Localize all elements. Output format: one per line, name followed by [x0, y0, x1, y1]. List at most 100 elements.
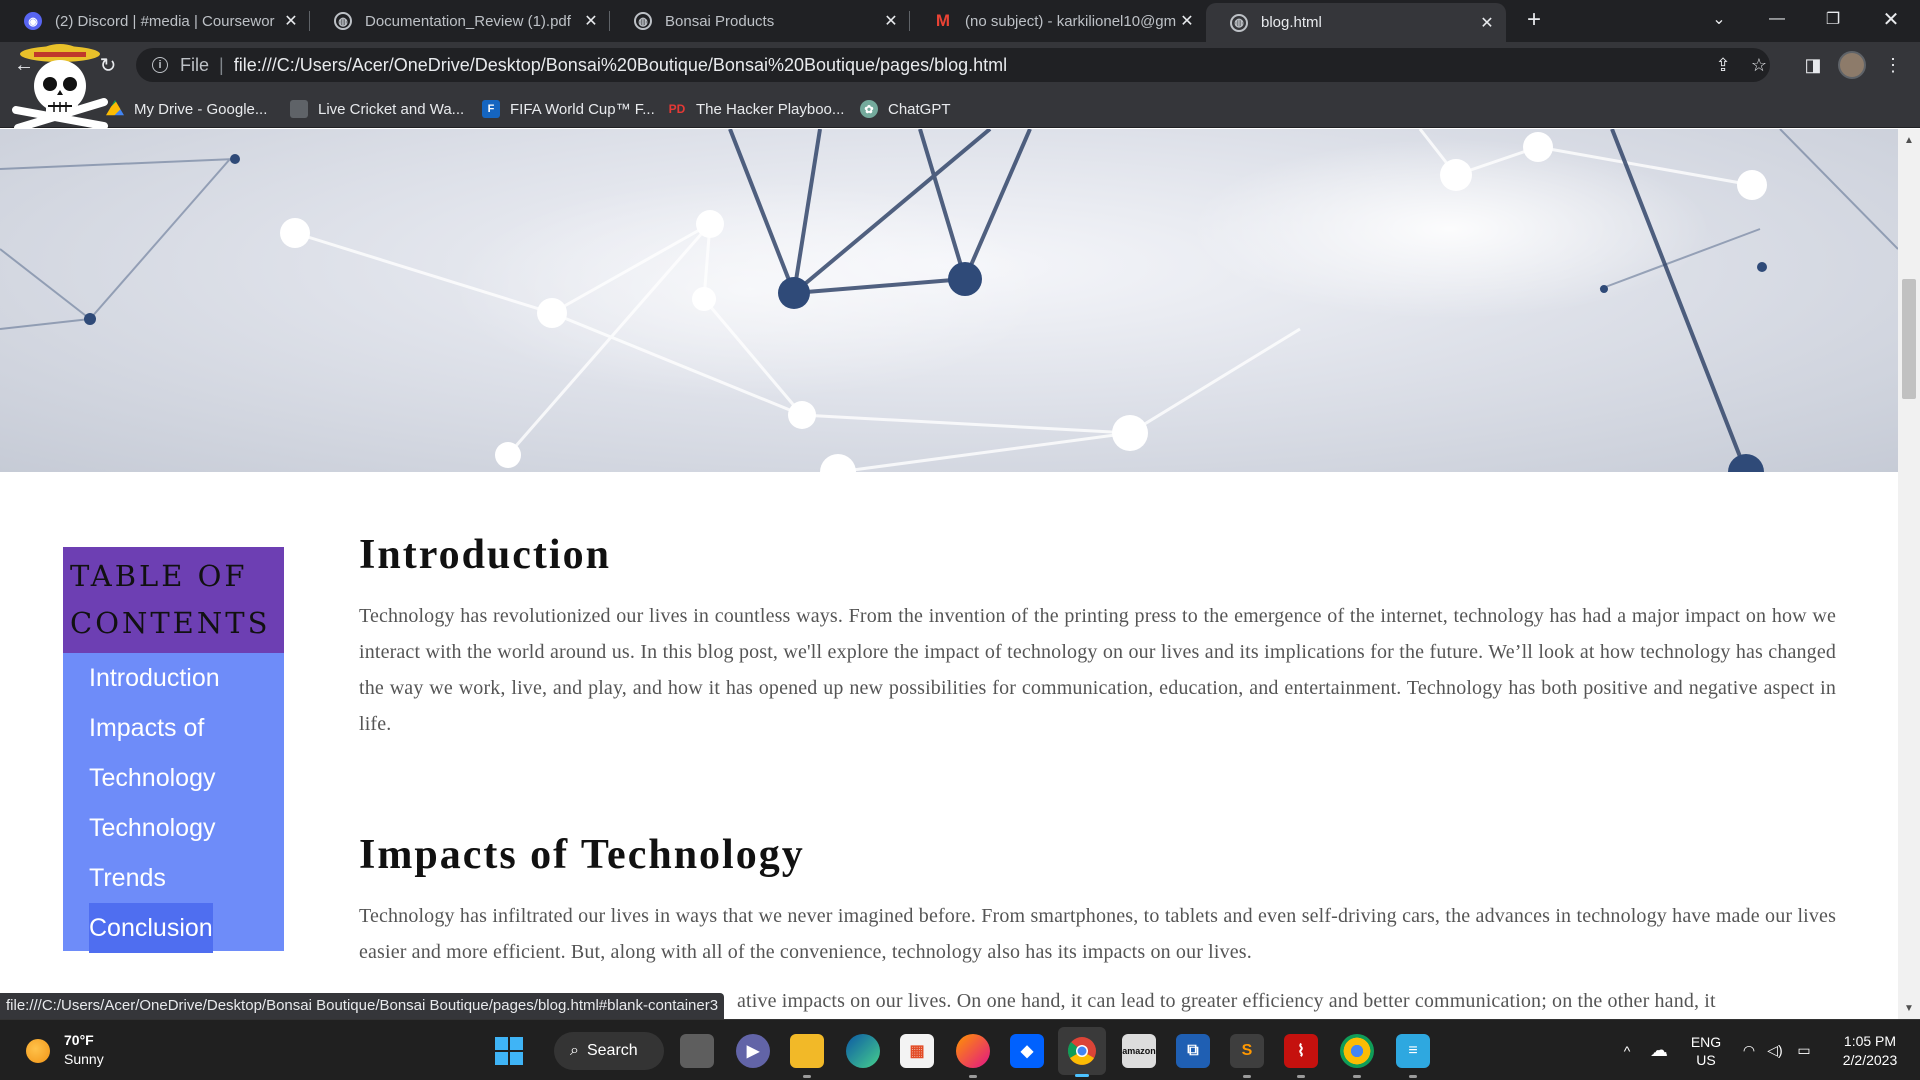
sun-icon[interactable] [26, 1039, 50, 1063]
bookmark-label: My Drive - Google... [134, 100, 268, 118]
bookmark-my-drive[interactable]: My Drive - Google... [106, 98, 267, 120]
tab-title: Documentation_Review (1).pdf [365, 12, 571, 30]
scrollbar-thumb[interactable] [1902, 279, 1916, 399]
close-icon[interactable]: ✕ [580, 10, 602, 32]
wifi-icon[interactable]: ◠ [1738, 1020, 1760, 1080]
toc-link-introduction[interactable]: Introduction [89, 653, 284, 703]
share-icon[interactable]: ⇪ [1712, 54, 1734, 76]
tab-documentation-review[interactable]: ◍ Documentation_Review (1).pdf ✕ [310, 0, 610, 42]
clock[interactable]: 1:05 PM 2/2/2023 [1830, 1020, 1910, 1080]
region-code: US [1696, 1051, 1716, 1068]
close-icon[interactable]: ✕ [1176, 10, 1198, 32]
section-body-introduction: Technology has revolutionized our lives … [359, 605, 1836, 735]
toc-header: TABLE OF CONTENTS [63, 547, 284, 653]
site-info-icon[interactable]: i [152, 57, 168, 73]
hero-network-image [0, 129, 1898, 472]
avatar[interactable] [1838, 51, 1866, 79]
menu-icon[interactable]: ⋮ [1880, 52, 1906, 78]
teams-chat-icon[interactable]: ▶ [736, 1034, 770, 1068]
url-text[interactable]: file:///C:/Users/Acer/OneDrive/Desktop/B… [234, 55, 1007, 76]
network-graphic [0, 129, 1898, 472]
chrome-icon[interactable] [1058, 1027, 1106, 1077]
windows-start-icon[interactable] [492, 1034, 526, 1068]
scroll-down-arrow-icon[interactable]: ▼ [1904, 1003, 1914, 1014]
toc-link-impacts-line2[interactable]: Technology [89, 753, 284, 803]
tab-search-chevron-icon[interactable]: ⌄ [1694, 0, 1744, 38]
tab-bonsai-products[interactable]: ◍ Bonsai Products ✕ [610, 0, 910, 42]
page-scrollbar[interactable]: ▲ ▼ [1898, 129, 1920, 1019]
pdf-icon: PD [668, 102, 686, 116]
url-scheme-label: File [180, 54, 210, 75]
file-explorer-icon[interactable] [790, 1034, 824, 1078]
scroll-up-arrow-icon[interactable]: ▲ [1904, 135, 1914, 146]
tab-title: (2) Discord | #media | Coursewor [55, 12, 275, 30]
notepad-icon[interactable]: ≡ [1396, 1034, 1430, 1078]
search-label: Search [586, 1042, 638, 1059]
sublime-text-icon[interactable]: S [1230, 1034, 1264, 1078]
gmail-icon: M [935, 11, 951, 30]
address-bar[interactable]: i File | file:///C:/Users/Acer/OneDrive/… [136, 48, 1770, 82]
close-icon[interactable]: ✕ [1476, 12, 1498, 34]
close-window-button[interactable]: ✕ [1866, 0, 1916, 38]
bookmark-fifa[interactable]: F FIFA World Cup™ F... [482, 98, 655, 120]
microsoft-store-icon[interactable]: ▦ [900, 1034, 934, 1068]
chatgpt-icon: ✿ [860, 100, 878, 118]
browser-toolbar: ← → ↻ i File | file:///C:/Users/Acer/One… [0, 42, 1920, 88]
toc-title-line2: CONTENTS [70, 606, 271, 640]
discord-icon: ◉ [24, 12, 42, 30]
network-icon[interactable]: ⧉ [1176, 1034, 1210, 1068]
toc-title-line1: TABLE OF [70, 559, 248, 593]
amazon-icon[interactable]: amazon [1122, 1034, 1156, 1068]
close-icon[interactable]: ✕ [280, 10, 302, 32]
globe-icon: ◍ [634, 12, 652, 30]
restore-button[interactable]: ❐ [1808, 0, 1858, 38]
chrome-dev-icon[interactable] [1340, 1034, 1374, 1078]
bookmark-label: Live Cricket and Wa... [318, 100, 465, 118]
toc-link-trends-line2[interactable]: Trends [89, 853, 284, 903]
firefox-icon[interactable] [956, 1034, 990, 1078]
acrobat-icon[interactable]: ⌇ [1284, 1034, 1318, 1078]
bookmark-chatgpt[interactable]: ✿ ChatGPT [860, 98, 951, 120]
language-indicator[interactable]: ENG US [1684, 1020, 1728, 1080]
dropbox-icon[interactable]: ◆ [1010, 1034, 1044, 1068]
side-panel-icon[interactable]: ◨ [1800, 52, 1826, 78]
toc-link-trends-line1[interactable]: Technology [89, 803, 284, 853]
taskbar-search[interactable]: ⌕ Search [554, 1032, 664, 1070]
bookmark-live-cricket[interactable]: Live Cricket and Wa... [290, 98, 464, 120]
bookmark-hacker-playbook[interactable]: PD The Hacker Playboo... [668, 98, 845, 120]
show-hidden-icons-icon[interactable]: ^ [1614, 1020, 1640, 1080]
battery-icon[interactable]: ▭ [1792, 1020, 1816, 1080]
bookmark-label: The Hacker Playboo... [696, 100, 845, 118]
weather-widget[interactable]: 70°F Sunny [64, 1031, 104, 1069]
tab-discord[interactable]: ◉ (2) Discord | #media | Coursewor ✕ [0, 0, 310, 42]
table-of-contents: TABLE OF CONTENTS Introduction Impacts o… [63, 547, 284, 953]
toc-list: Introduction Impacts of Technology Techn… [63, 653, 284, 953]
section-body-impacts-continued: ative impacts on our lives. On one hand,… [737, 990, 1716, 1012]
close-icon[interactable]: ✕ [880, 10, 902, 32]
tab-title: blog.html [1261, 14, 1322, 31]
section-heading-impacts: Impacts of Technology [359, 832, 805, 878]
tab-title: (no subject) - karkilionel10@gma [965, 12, 1176, 30]
globe-icon: ◍ [1230, 13, 1248, 32]
edge-icon[interactable] [846, 1034, 880, 1068]
toc-link-impacts-line1[interactable]: Impacts of [89, 703, 284, 753]
clock-date: 2/2/2023 [1842, 1051, 1898, 1068]
onedrive-cloud-icon[interactable]: ☁ [1646, 1020, 1672, 1080]
bookmark-star-icon[interactable]: ☆ [1748, 54, 1770, 76]
bookmark-label: FIFA World Cup™ F... [510, 100, 655, 118]
cricket-icon [290, 100, 308, 118]
new-tab-button[interactable]: + [1520, 6, 1548, 34]
desktop-screen: ◉ (2) Discord | #media | Coursewor ✕ ◍ D… [0, 0, 1920, 1080]
tab-blog-html[interactable]: ◍ blog.html ✕ [1206, 3, 1506, 42]
volume-icon[interactable]: ◁) [1764, 1020, 1786, 1080]
url-divider: | [219, 54, 224, 75]
minimize-button[interactable]: — [1752, 0, 1802, 38]
section-heading-introduction: Introduction [359, 532, 611, 578]
search-icon: ⌕ [570, 1042, 579, 1059]
section-body-impacts: Technology has infiltrated our lives in … [359, 905, 1836, 963]
task-view-icon[interactable] [680, 1034, 714, 1068]
tab-gmail[interactable]: M (no subject) - karkilionel10@gma ✕ [910, 0, 1206, 42]
toc-link-conclusion[interactable]: Conclusion [89, 903, 213, 953]
page-viewport: TABLE OF CONTENTS Introduction Impacts o… [0, 129, 1898, 1019]
weather-condition: Sunny [64, 1051, 104, 1067]
